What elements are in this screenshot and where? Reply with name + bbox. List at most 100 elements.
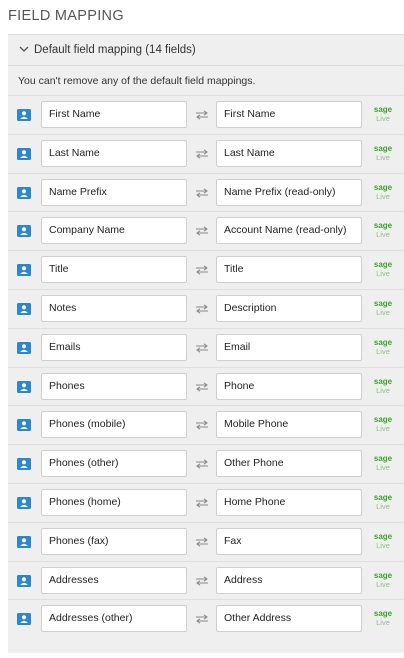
live-logo-text: Live bbox=[376, 463, 390, 473]
mapping-row: Phones Phone sage Live bbox=[8, 366, 404, 406]
contact-card-icon bbox=[17, 380, 31, 393]
target-field[interactable]: Fax bbox=[216, 527, 362, 555]
contact-card-icon bbox=[17, 341, 31, 354]
sage-logo-text: sage bbox=[373, 531, 393, 541]
source-field[interactable]: Emails bbox=[41, 333, 187, 361]
source-field[interactable]: Phones bbox=[41, 372, 187, 400]
source-field[interactable]: Company Name bbox=[41, 217, 187, 245]
sage-logo-text: sage bbox=[373, 570, 393, 580]
contact-card-icon bbox=[17, 497, 31, 509]
sage-live-logo: sage Live bbox=[371, 532, 395, 550]
field-mapping-panel: Default field mapping (14 fields) You ca… bbox=[8, 34, 404, 653]
accordion-label: Default field mapping (14 fields) bbox=[34, 44, 196, 56]
sage-logo-text: sage bbox=[373, 143, 393, 153]
mapping-row: Company Name Account Name (read-only) sa… bbox=[8, 211, 404, 250]
mapping-row: Phones (home) Home Phone sage Live bbox=[8, 483, 404, 522]
target-field[interactable]: Account Name (read-only) bbox=[216, 217, 362, 245]
target-field[interactable]: Last Name bbox=[216, 139, 362, 167]
mapping-row: Title Title sage Live bbox=[8, 250, 404, 289]
mapping-row: Addresses Address sage Live bbox=[8, 560, 404, 600]
target-field[interactable]: Home Phone bbox=[216, 489, 362, 516]
sage-live-logo: sage Live bbox=[371, 377, 395, 395]
sage-live-logo: sage Live bbox=[371, 609, 395, 627]
swap-arrows-icon bbox=[196, 420, 208, 430]
mapping-row: Last Name Last Name sage Live bbox=[8, 133, 404, 173]
contact-card-icon bbox=[17, 419, 31, 432]
swap-arrows-icon bbox=[196, 343, 208, 353]
contact-card-icon bbox=[17, 147, 31, 160]
live-logo-text: Live bbox=[376, 308, 390, 317]
live-logo-text: Live bbox=[376, 152, 390, 162]
swap-arrows-icon bbox=[196, 304, 208, 314]
mapping-row: Phones (mobile) Mobile Phone sage Live bbox=[8, 405, 404, 444]
live-logo-text: Live bbox=[376, 579, 390, 589]
source-field[interactable]: Addresses (other) bbox=[41, 605, 187, 633]
sage-logo-text: sage bbox=[373, 337, 393, 347]
sage-logo-text: sage bbox=[373, 454, 393, 464]
target-field[interactable]: Title bbox=[216, 256, 362, 284]
target-field[interactable]: Email bbox=[216, 333, 362, 361]
swap-arrows-icon bbox=[196, 575, 208, 586]
sage-live-logo: sage Live bbox=[371, 571, 395, 589]
page-title: FIELD MAPPING bbox=[8, 8, 124, 24]
contact-card-icon bbox=[17, 109, 31, 121]
sage-logo-text: sage bbox=[373, 609, 393, 619]
live-logo-text: Live bbox=[376, 114, 390, 123]
sage-live-logo: sage Live bbox=[371, 454, 395, 472]
sage-live-logo: sage Live bbox=[371, 144, 395, 162]
sage-live-logo: sage Live bbox=[371, 105, 395, 123]
source-field[interactable]: Phones (home) bbox=[41, 489, 187, 516]
default-mapping-accordion-toggle[interactable]: Default field mapping (14 fields) bbox=[8, 35, 404, 66]
sage-logo-text: sage bbox=[373, 182, 393, 192]
source-field[interactable]: Phones (other) bbox=[41, 450, 187, 478]
live-logo-text: Live bbox=[376, 346, 390, 356]
sage-live-logo: sage Live bbox=[371, 299, 395, 317]
live-logo-text: Live bbox=[376, 502, 390, 511]
swap-arrows-icon bbox=[196, 110, 208, 120]
sage-live-logo: sage Live bbox=[371, 260, 395, 278]
swap-arrows-icon bbox=[196, 381, 208, 392]
source-field[interactable]: First Name bbox=[41, 101, 187, 128]
sage-live-logo: sage Live bbox=[371, 338, 395, 356]
mapping-row: Notes Description sage Live bbox=[8, 289, 404, 328]
live-logo-text: Live bbox=[376, 269, 390, 279]
sage-live-logo: sage Live bbox=[371, 493, 395, 511]
sage-logo-text: sage bbox=[373, 299, 393, 308]
target-field[interactable]: First Name bbox=[216, 101, 362, 128]
chevron-down-icon bbox=[19, 46, 29, 52]
source-field[interactable]: Name Prefix bbox=[41, 178, 187, 206]
target-field[interactable]: Mobile Phone bbox=[216, 411, 362, 439]
source-field[interactable]: Notes bbox=[41, 295, 187, 322]
sage-logo-text: sage bbox=[373, 105, 393, 114]
target-field[interactable]: Address bbox=[216, 566, 362, 594]
sage-logo-text: sage bbox=[373, 415, 393, 425]
swap-arrows-icon bbox=[196, 226, 208, 236]
swap-arrows-icon bbox=[196, 537, 208, 547]
mapping-row: Phones (fax) Fax sage Live bbox=[8, 521, 404, 561]
swap-arrows-icon bbox=[196, 149, 208, 159]
swap-arrows-icon bbox=[196, 459, 208, 469]
target-field[interactable]: Other Phone bbox=[216, 450, 362, 478]
source-field[interactable]: Phones (fax) bbox=[41, 527, 187, 555]
swap-arrows-icon bbox=[196, 498, 208, 508]
source-field[interactable]: Last Name bbox=[41, 139, 187, 167]
target-field[interactable]: Other Address bbox=[216, 605, 362, 633]
sage-logo-text: sage bbox=[373, 260, 393, 270]
sage-live-logo: sage Live bbox=[371, 221, 395, 239]
mapping-row: Addresses (other) Other Address sage Liv… bbox=[8, 599, 404, 638]
swap-arrows-icon bbox=[196, 614, 208, 624]
target-field[interactable]: Phone bbox=[216, 372, 362, 400]
target-field[interactable]: Description bbox=[216, 295, 362, 322]
sage-logo-text: sage bbox=[373, 493, 393, 502]
target-field[interactable]: Name Prefix (read-only) bbox=[216, 178, 362, 206]
swap-arrows-icon bbox=[196, 187, 208, 198]
mapping-notice: You can't remove any of the default fiel… bbox=[18, 75, 256, 87]
sage-live-logo: sage Live bbox=[371, 183, 395, 201]
source-field[interactable]: Addresses bbox=[41, 566, 187, 594]
source-field[interactable]: Phones (mobile) bbox=[41, 411, 187, 439]
contact-card-icon bbox=[17, 225, 31, 238]
sage-logo-text: sage bbox=[373, 376, 393, 386]
source-field[interactable]: Title bbox=[41, 256, 187, 284]
live-logo-text: Live bbox=[376, 424, 390, 434]
swap-arrows-icon bbox=[196, 265, 208, 275]
